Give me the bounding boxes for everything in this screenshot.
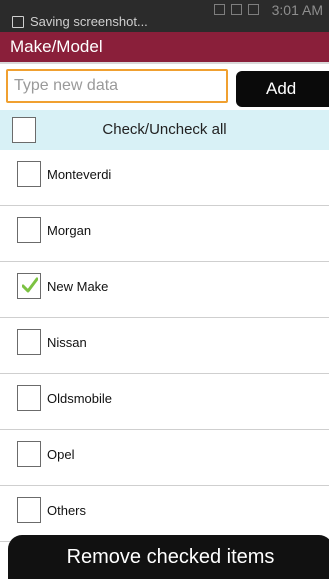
wifi-icon — [214, 4, 225, 15]
item-list: Monteverdi Morgan New Make Nissan Oldsmobile… — [0, 150, 329, 542]
item-checkbox[interactable] — [17, 497, 41, 523]
status-time: 3:01 AM — [271, 2, 323, 18]
item-label: Nissan — [47, 335, 87, 350]
status-notification-text: Saving screenshot... — [30, 14, 148, 29]
item-checkbox[interactable] — [17, 161, 41, 187]
item-label: Monteverdi — [47, 167, 112, 182]
page-title: Make/Model — [10, 37, 103, 56]
signal-icon — [231, 4, 242, 15]
new-data-row: Add — [0, 64, 329, 110]
add-button[interactable]: Add — [236, 71, 329, 107]
list-item[interactable]: Oldsmobile — [0, 374, 329, 430]
item-label: Opel — [47, 447, 75, 462]
status-bar: Saving screenshot... 3:01 AM — [0, 0, 329, 32]
list-item[interactable]: Opel — [0, 430, 329, 486]
new-data-input[interactable] — [6, 69, 228, 103]
check-all-label: Check/Uncheck all — [102, 121, 227, 138]
item-checkbox[interactable] — [17, 441, 41, 467]
item-checkbox[interactable] — [17, 273, 41, 299]
system-icons — [214, 4, 259, 15]
title-bar: Make/Model — [0, 32, 329, 64]
list-item[interactable]: Monteverdi — [0, 150, 329, 206]
item-label: New Make — [47, 279, 109, 294]
list-item[interactable]: Others — [0, 486, 329, 542]
remove-checked-button[interactable]: Remove checked items — [8, 535, 329, 579]
item-label: Oldsmobile — [47, 391, 113, 406]
screenshot-icon — [12, 15, 24, 28]
check-all-row[interactable]: Check/Uncheck all — [0, 110, 329, 150]
item-label: Morgan — [47, 223, 92, 238]
item-checkbox[interactable] — [17, 385, 41, 411]
item-checkbox[interactable] — [17, 217, 41, 243]
list-item[interactable]: Morgan — [0, 206, 329, 262]
battery-icon — [248, 4, 259, 15]
item-checkbox[interactable] — [17, 329, 41, 355]
list-item[interactable]: New Make — [0, 262, 329, 318]
checkmark-icon — [22, 277, 38, 293]
list-item[interactable]: Nissan — [0, 318, 329, 374]
item-label: Others — [47, 503, 87, 518]
status-notification: Saving screenshot... — [12, 14, 148, 29]
